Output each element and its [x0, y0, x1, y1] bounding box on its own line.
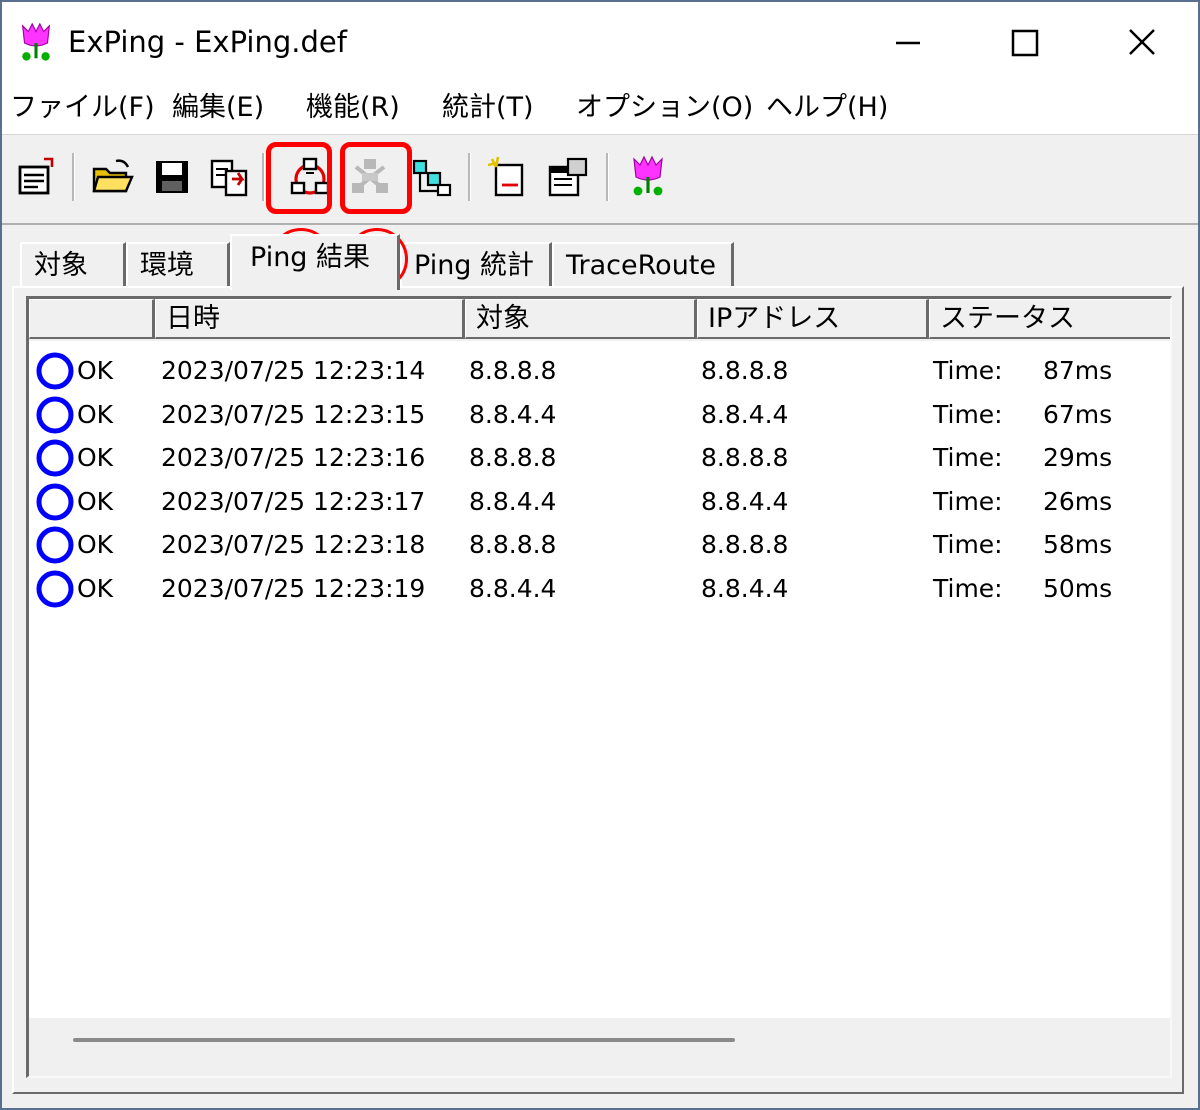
list-header: 日時 対象 IPアドレス ステータス — [29, 299, 1170, 341]
status-value-cell: 67ms — [1043, 399, 1113, 429]
ok-circle-icon — [36, 570, 74, 608]
toolbar-separator — [72, 153, 75, 201]
tab-ping-result[interactable]: Ping 結果 — [230, 234, 400, 290]
open-folder-icon[interactable] — [90, 155, 134, 199]
ok-circle-icon — [36, 483, 74, 521]
column-header-target[interactable]: 対象 — [465, 299, 697, 339]
menu-bar: ファイル(F) 編集(E) 機能(R) 統計(T) オプション(O) ヘルプ(H… — [2, 82, 1198, 134]
status-value-cell: 50ms — [1043, 573, 1113, 603]
ping-result-list[interactable]: 日時 対象 IPアドレス ステータス OK 2023/07/25 12:23:14… — [26, 296, 1172, 1078]
target-cell: 8.8.8.8 — [469, 530, 557, 560]
menu-options[interactable]: オプション(O) — [576, 88, 753, 128]
save-disk-icon[interactable] — [150, 155, 194, 199]
datetime-cell: 2023/07/25 12:23:17 — [161, 486, 426, 516]
status-label-cell: Time: — [933, 356, 1003, 385]
ping-result-panel: 日時 対象 IPアドレス ステータス OK 2023/07/25 12:23:14… — [12, 286, 1184, 1094]
toolbar-separator — [606, 153, 609, 201]
datetime-cell: 2023/07/25 12:23:14 — [161, 356, 426, 385]
status-label-cell: Time: — [933, 530, 1003, 560]
result-cell: OK — [77, 530, 114, 560]
tulip-icon[interactable] — [626, 155, 670, 199]
ip-cell: 8.8.4.4 — [701, 486, 789, 516]
scrollbar-thumb[interactable] — [73, 1038, 735, 1042]
tab-environment[interactable]: 環境 — [126, 242, 230, 286]
column-header-datetime[interactable]: 日時 — [155, 299, 465, 339]
ip-cell: 8.8.4.4 — [701, 399, 789, 429]
ip-cell: 8.8.8.8 — [701, 530, 789, 560]
new-target-icon[interactable] — [14, 155, 58, 199]
result-cell: OK — [77, 399, 114, 429]
column-header-ip[interactable]: IPアドレス — [697, 299, 929, 339]
status-value-cell: 58ms — [1043, 530, 1113, 560]
menu-file[interactable]: ファイル(F) — [10, 88, 155, 128]
annotation-box-stop-ping — [340, 142, 412, 214]
menu-statistics[interactable]: 統計(T) — [442, 88, 534, 128]
ok-circle-icon — [36, 352, 74, 390]
table-row[interactable]: OK 2023/07/25 12:23:14 8.8.8.8 8.8.8.8 Time:… — [29, 349, 1170, 393]
properties-icon[interactable] — [546, 155, 590, 199]
ip-cell: 8.8.4.4 — [701, 573, 789, 603]
ok-circle-icon — [36, 526, 74, 564]
table-row[interactable]: OK 2023/07/25 12:23:17 8.8.4.4 8.8.4.4 Time:… — [29, 480, 1170, 524]
status-label-cell: Time: — [933, 443, 1003, 473]
tulip-icon — [21, 22, 51, 61]
close-icon[interactable] — [1102, 16, 1182, 68]
datetime-cell: 2023/07/25 12:23:18 — [161, 530, 426, 560]
result-rows: OK 2023/07/25 12:23:14 8.8.8.8 8.8.8.8 Time:… — [29, 349, 1170, 611]
horizontal-scrollbar[interactable] — [29, 1018, 1170, 1076]
target-cell: 8.8.4.4 — [469, 486, 557, 516]
title-bar: ExPing - ExPing.def — [2, 2, 1198, 82]
copy-document-icon[interactable] — [208, 155, 252, 199]
maximize-icon[interactable] — [986, 16, 1066, 68]
new-list-icon[interactable] — [486, 155, 530, 199]
table-row[interactable]: OK 2023/07/25 12:23:16 8.8.8.8 8.8.8.8 Time:… — [29, 436, 1170, 480]
ok-circle-icon — [36, 439, 74, 477]
datetime-cell: 2023/07/25 12:23:15 — [161, 399, 426, 429]
trace-route-icon[interactable] — [410, 155, 454, 199]
table-row[interactable]: OK 2023/07/25 12:23:19 8.8.4.4 8.8.4.4 Time:… — [29, 567, 1170, 611]
target-cell: 8.8.4.4 — [469, 573, 557, 603]
ok-circle-icon — [36, 396, 74, 434]
minimize-icon[interactable] — [868, 16, 948, 68]
result-cell: OK — [77, 356, 114, 385]
status-label-cell: Time: — [933, 486, 1003, 516]
window-title: ExPing - ExPing.def — [68, 25, 347, 59]
result-cell: OK — [77, 486, 114, 516]
menu-function[interactable]: 機能(R) — [306, 88, 400, 128]
status-label-cell: Time: — [933, 573, 1003, 603]
table-row[interactable]: OK 2023/07/25 12:23:15 8.8.4.4 8.8.4.4 Time:… — [29, 393, 1170, 437]
exping-window: ExPing - ExPing.def ファイル(F) 編集(E) 機能(R) … — [0, 0, 1200, 1110]
toolbar-separator — [262, 153, 265, 201]
ip-cell: 8.8.8.8 — [701, 443, 789, 473]
ip-cell: 8.8.8.8 — [701, 356, 789, 385]
tab-traceroute[interactable]: TraceRoute — [552, 242, 734, 286]
annotation-box-start-ping — [266, 142, 332, 214]
tab-target[interactable]: 対象 — [20, 242, 126, 286]
status-label-cell: Time: — [933, 399, 1003, 429]
status-value-cell: 29ms — [1043, 443, 1113, 473]
result-cell: OK — [77, 443, 114, 473]
table-row[interactable]: OK 2023/07/25 12:23:18 8.8.8.8 8.8.8.8 Time:… — [29, 523, 1170, 567]
column-header-result[interactable] — [29, 299, 155, 339]
menu-edit[interactable]: 編集(E) — [172, 88, 264, 128]
tab-ping-statistics[interactable]: Ping 統計 — [400, 242, 552, 286]
toolbar-separator — [468, 153, 471, 201]
target-cell: 8.8.8.8 — [469, 356, 557, 385]
column-header-status[interactable]: ステータス — [929, 299, 1170, 339]
datetime-cell: 2023/07/25 12:23:19 — [161, 573, 426, 603]
target-cell: 8.8.8.8 — [469, 443, 557, 473]
menu-help[interactable]: ヘルプ(H) — [766, 88, 888, 128]
target-cell: 8.8.4.4 — [469, 399, 557, 429]
status-value-cell: 87ms — [1043, 356, 1113, 385]
toolbar — [2, 134, 1198, 225]
result-cell: OK — [77, 573, 114, 603]
datetime-cell: 2023/07/25 12:23:16 — [161, 443, 426, 473]
status-value-cell: 26ms — [1043, 486, 1113, 516]
